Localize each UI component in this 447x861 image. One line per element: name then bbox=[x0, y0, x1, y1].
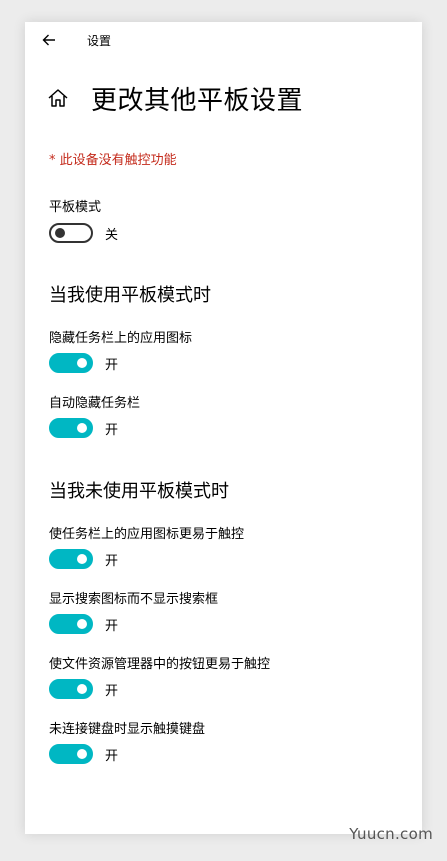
toggle-knob bbox=[77, 619, 87, 629]
explorer-touch-buttons-toggle-row: 开 bbox=[49, 679, 118, 699]
page-header: 更改其他平板设置 bbox=[45, 78, 303, 118]
show-search-icon-state: 开 bbox=[105, 618, 119, 634]
auto-hide-taskbar-label: 自动隐藏任务栏 bbox=[49, 396, 141, 411]
back-arrow-icon bbox=[42, 34, 55, 46]
watermark: Yuucn.com bbox=[349, 825, 433, 843]
back-button[interactable] bbox=[37, 28, 61, 52]
show-search-icon-label: 显示搜索图标而不显示搜索框 bbox=[49, 592, 219, 607]
touch-friendly-icons-toggle-row: 开 bbox=[49, 549, 118, 569]
section-heading-tablet-on: 当我使用平板模式时 bbox=[49, 285, 211, 306]
hide-app-icons-toggle-row: 开 bbox=[49, 353, 118, 373]
touch-keyboard-toggle-row: 开 bbox=[49, 744, 118, 764]
toggle-knob bbox=[55, 228, 65, 238]
hide-app-icons-toggle[interactable] bbox=[49, 353, 93, 373]
auto-hide-taskbar-state: 开 bbox=[105, 422, 119, 438]
toggle-knob bbox=[77, 554, 87, 564]
tablet-mode-toggle-row: 关 bbox=[49, 223, 118, 243]
title-bar: 设置 bbox=[25, 22, 422, 58]
touch-keyboard-state: 开 bbox=[105, 748, 119, 764]
toggle-knob bbox=[77, 423, 87, 433]
page-title: 更改其他平板设置 bbox=[91, 85, 304, 116]
tablet-mode-toggle[interactable] bbox=[49, 223, 93, 243]
explorer-touch-buttons-label: 使文件资源管理器中的按钮更易于触控 bbox=[49, 657, 271, 672]
tablet-mode-state: 关 bbox=[105, 227, 119, 243]
auto-hide-taskbar-toggle[interactable] bbox=[49, 418, 93, 438]
touch-keyboard-toggle[interactable] bbox=[49, 744, 93, 764]
hide-app-icons-state: 开 bbox=[105, 357, 119, 373]
toggle-knob bbox=[77, 684, 87, 694]
toggle-knob bbox=[77, 358, 87, 368]
touch-friendly-icons-state: 开 bbox=[105, 553, 119, 569]
touch-friendly-icons-label: 使任务栏上的应用图标更易于触控 bbox=[49, 527, 245, 542]
explorer-touch-buttons-state: 开 bbox=[105, 683, 119, 699]
no-touch-warning: * 此设备没有触控功能 bbox=[49, 153, 177, 168]
auto-hide-taskbar-toggle-row: 开 bbox=[49, 418, 118, 438]
show-search-icon-toggle[interactable] bbox=[49, 614, 93, 634]
explorer-touch-buttons-toggle[interactable] bbox=[49, 679, 93, 699]
section-heading-tablet-off: 当我未使用平板模式时 bbox=[49, 481, 229, 502]
toggle-knob bbox=[77, 749, 87, 759]
window-title: 设置 bbox=[87, 34, 112, 48]
home-icon[interactable] bbox=[45, 85, 71, 111]
tablet-mode-label: 平板模式 bbox=[49, 200, 102, 215]
hide-app-icons-label: 隐藏任务栏上的应用图标 bbox=[49, 331, 193, 346]
touch-keyboard-label: 未连接键盘时显示触摸键盘 bbox=[49, 722, 206, 737]
settings-window: 设置 更改其他平板设置 * 此设备没有触控功能 平板模式 关 当我使用平板模式时… bbox=[25, 22, 422, 834]
touch-friendly-icons-toggle[interactable] bbox=[49, 549, 93, 569]
show-search-icon-toggle-row: 开 bbox=[49, 614, 118, 634]
